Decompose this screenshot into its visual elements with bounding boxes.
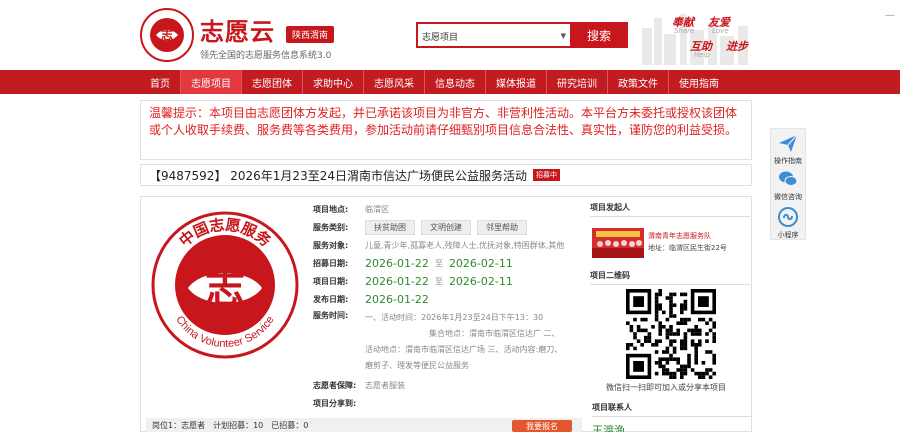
region-badge[interactable]: 陕西渭南 bbox=[286, 26, 335, 43]
target-value: 儿童,青少年,孤寡老人,残障人士,优抚对象,特困群体,其他 bbox=[365, 240, 565, 250]
nav-showcase[interactable]: 志愿风采 bbox=[364, 70, 425, 94]
chevron-down-icon: ▼ bbox=[560, 32, 566, 40]
nav-groups[interactable]: 志愿团体 bbox=[242, 70, 303, 94]
project-start: 2026-01-22 bbox=[365, 274, 429, 288]
nav-media[interactable]: 媒体报道 bbox=[486, 70, 547, 94]
service-time-line: 一、活动时间：2026年1月23至24日下午13：30 bbox=[365, 313, 544, 322]
brand-slogan: 领先全国的志愿服务信息系统3.0 bbox=[200, 51, 332, 61]
date-sep: 至 bbox=[434, 258, 443, 268]
motto-progress: 进步 bbox=[726, 40, 748, 53]
target-label: 服务对象: bbox=[313, 240, 349, 250]
motto-love-en: Love bbox=[712, 27, 729, 35]
nav-home[interactable]: 首页 bbox=[140, 70, 181, 94]
nav-research[interactable]: 研究培训 bbox=[547, 70, 608, 94]
org-address: 地址：临渭区民生街22号 bbox=[648, 244, 727, 252]
qr-box: 项目二维码 bbox=[590, 270, 750, 285]
nav-guide[interactable]: 使用指南 bbox=[669, 70, 729, 94]
motto-help-en: Help bbox=[694, 51, 710, 59]
project-title: 【9487592】 2026年1月23至24日渭南市信达广场便民公益服务活动 bbox=[149, 168, 527, 183]
date-sep: 至 bbox=[434, 276, 443, 286]
service-time-label: 服务时间: bbox=[313, 311, 349, 320]
recruit-end: 2026-02-11 bbox=[448, 256, 513, 270]
status-badge: 招募中 bbox=[532, 169, 560, 181]
contact-title: 项目联系人 bbox=[592, 402, 752, 417]
project-title-bar: 【9487592】 2026年1月23至24日渭南市信达广场便民公益服务活动 招… bbox=[140, 164, 752, 186]
nav-news[interactable]: 信息动态 bbox=[425, 70, 486, 94]
contact-name: 王渡渔 bbox=[592, 424, 625, 432]
publish-date-label: 发布日期: bbox=[313, 294, 349, 304]
guarantee-value: 志愿者服装 bbox=[365, 380, 405, 390]
seal-center-char: 志 bbox=[205, 265, 245, 312]
org-photo[interactable] bbox=[592, 228, 644, 258]
warm-notice: 温馨提示：本项目由志愿团体方发起，并已承诺该项目为非官方、非营利性活动。本平台方… bbox=[140, 100, 752, 160]
service-time-value: 一、活动时间：2026年1月23至24日下午13：30 集合地点：渭南市临渭区信… bbox=[365, 310, 562, 374]
qr-title: 项目二维码 bbox=[590, 270, 750, 285]
recruit-start: 2026-01-22 bbox=[365, 256, 429, 270]
sponsor-box: 项目发起人 bbox=[590, 202, 750, 217]
float-wechat-label: 微信咨询 bbox=[774, 193, 802, 201]
nav-projects[interactable]: 志愿项目 bbox=[181, 70, 242, 94]
qr-code-icon bbox=[626, 289, 716, 379]
float-guide-label: 操作指南 bbox=[774, 157, 802, 165]
nav-help-center[interactable]: 求助中心 bbox=[303, 70, 364, 94]
wechat-icon bbox=[779, 171, 798, 186]
search-button[interactable]: 搜索 bbox=[570, 22, 628, 48]
window-minimize-icon[interactable]: — bbox=[885, 10, 895, 21]
float-miniprogram[interactable]: 小程序 bbox=[770, 206, 806, 240]
float-guide[interactable]: 操作指南 bbox=[770, 132, 806, 166]
recruit-date-label: 招募日期: bbox=[313, 258, 349, 268]
volunteer-logo-icon[interactable]: 志 bbox=[140, 8, 194, 62]
qr-caption: 微信扫一扫即可加入或分享本项目 bbox=[606, 383, 726, 392]
service-time-line: 活动地点：渭南市临渭区信达广场 三、活动内容:磨刀、 bbox=[365, 345, 563, 354]
org-name-link[interactable]: 渭南青年志愿服务队 bbox=[648, 231, 711, 241]
nav-policy[interactable]: 政策文件 bbox=[608, 70, 669, 94]
project-date-label: 项目日期: bbox=[313, 276, 349, 286]
nav-bar-left-fill bbox=[0, 70, 140, 94]
category-tag[interactable]: 扶贫助困 bbox=[365, 219, 415, 235]
service-time-line: 集合地点：渭南市临渭区信达广 二、 bbox=[429, 329, 560, 338]
location-label: 项目地点: bbox=[313, 204, 349, 214]
paper-plane-icon bbox=[779, 134, 798, 152]
project-info: 项目地点: 临渭区 服务类别: 扶贫助困 文明创建 邻里帮助 服务对象: 儿童,青少… bbox=[313, 202, 583, 414]
nav-bar-right-fill bbox=[752, 70, 900, 94]
motto-share-en: Share bbox=[674, 27, 695, 35]
main-nav: 首页 志愿项目 志愿团体 求助中心 志愿风采 信息动态 媒体报道 研究培训 政策… bbox=[140, 70, 752, 94]
project-end: 2026-02-11 bbox=[448, 274, 513, 288]
category-label: 服务类别: bbox=[313, 222, 349, 232]
publish-date: 2026-01-22 bbox=[365, 292, 429, 306]
apply-button[interactable]: 我要报名 bbox=[512, 420, 572, 432]
mini-program-icon bbox=[778, 207, 798, 227]
category-tag[interactable]: 文明创建 bbox=[421, 219, 471, 235]
category-tag[interactable]: 邻里帮助 bbox=[477, 219, 527, 235]
china-volunteer-service-logo-icon: 志 中国志愿服务 China Volunteer Service bbox=[151, 211, 299, 359]
sponsor-title: 项目发起人 bbox=[590, 202, 750, 217]
guarantee-label: 志愿者保障: bbox=[313, 380, 357, 390]
float-miniprogram-label: 小程序 bbox=[777, 231, 799, 239]
service-time-line: 磨剪子、理发等便民公益服务 bbox=[365, 361, 469, 370]
brand-name[interactable]: 志愿云 bbox=[200, 12, 275, 47]
location-value: 临渭区 bbox=[365, 204, 389, 214]
search-category-value: 志愿项目 bbox=[422, 32, 459, 43]
svg-text:志: 志 bbox=[161, 27, 173, 42]
search-category-select[interactable]: 志愿项目 ▼ bbox=[420, 26, 570, 46]
float-wechat[interactable]: 微信咨询 bbox=[770, 168, 806, 202]
share-label: 项目分享到: bbox=[313, 398, 357, 408]
